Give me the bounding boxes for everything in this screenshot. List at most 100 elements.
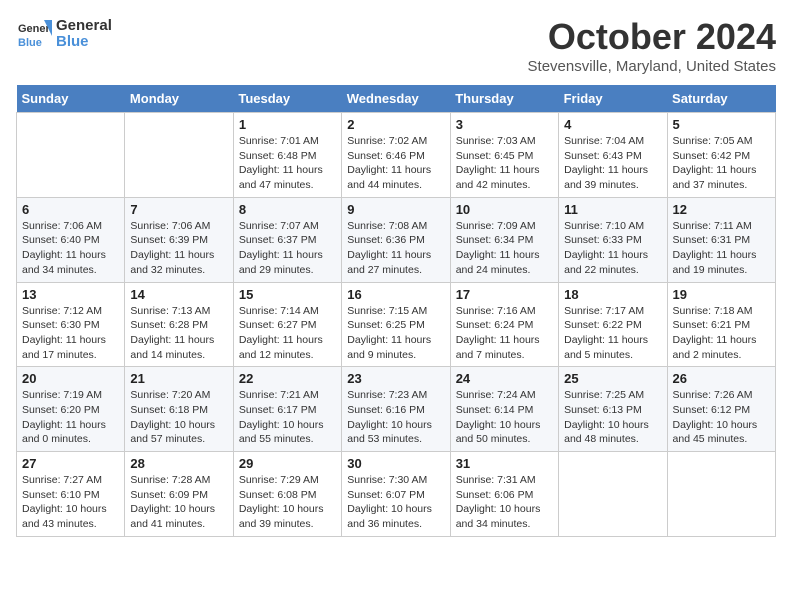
day-info: Sunrise: 7:04 AM Sunset: 6:43 PM Dayligh… [564, 134, 661, 193]
day-number: 11 [564, 202, 661, 217]
calendar-cell [17, 113, 125, 198]
day-info: Sunrise: 7:15 AM Sunset: 6:25 PM Dayligh… [347, 304, 444, 363]
day-info: Sunrise: 7:06 AM Sunset: 6:39 PM Dayligh… [130, 219, 227, 278]
calendar-cell: 14 Sunrise: 7:13 AM Sunset: 6:28 PM Dayli… [125, 282, 233, 367]
month-title: October 2024 [528, 16, 776, 58]
day-number: 20 [22, 371, 119, 386]
calendar-week-3: 13 Sunrise: 7:12 AM Sunset: 6:30 PM Dayli… [17, 282, 776, 367]
day-number: 14 [130, 287, 227, 302]
location: Stevensville, Maryland, United States [528, 58, 776, 75]
day-number: 8 [239, 202, 336, 217]
day-info: Sunrise: 7:30 AM Sunset: 6:07 PM Dayligh… [347, 473, 444, 532]
calendar-cell: 9 Sunrise: 7:08 AM Sunset: 6:36 PM Daylig… [342, 197, 450, 282]
day-number: 21 [130, 371, 227, 386]
day-number: 15 [239, 287, 336, 302]
day-info: Sunrise: 7:21 AM Sunset: 6:17 PM Dayligh… [239, 388, 336, 447]
weekday-header-saturday: Saturday [667, 85, 775, 113]
day-number: 16 [347, 287, 444, 302]
calendar-cell: 7 Sunrise: 7:06 AM Sunset: 6:39 PM Daylig… [125, 197, 233, 282]
day-info: Sunrise: 7:10 AM Sunset: 6:33 PM Dayligh… [564, 219, 661, 278]
day-number: 12 [673, 202, 770, 217]
day-number: 2 [347, 117, 444, 132]
calendar-cell: 26Sunrise: 7:26 AM Sunset: 6:12 PM Dayli… [667, 367, 775, 452]
day-number: 25 [564, 371, 661, 386]
calendar-cell: 20 Sunrise: 7:19 AM Sunset: 6:20 PM Dayli… [17, 367, 125, 452]
calendar-cell: 1 Sunrise: 7:01 AM Sunset: 6:48 PM Daylig… [233, 113, 341, 198]
calendar-cell: 11 Sunrise: 7:10 AM Sunset: 6:33 PM Dayli… [559, 197, 667, 282]
day-number: 31 [456, 456, 553, 471]
logo-line1: General [56, 18, 112, 35]
day-number: 19 [673, 287, 770, 302]
calendar-week-2: 6Sunrise: 7:06 AM Sunset: 6:40 PM Daylig… [17, 197, 776, 282]
logo-icon: General Blue [16, 16, 52, 52]
calendar-cell: 16 Sunrise: 7:15 AM Sunset: 6:25 PM Dayli… [342, 282, 450, 367]
calendar-cell: 17 Sunrise: 7:16 AM Sunset: 6:24 PM Dayli… [450, 282, 558, 367]
page-header: General Blue General Blue October 2024 S… [16, 16, 776, 75]
day-number: 9 [347, 202, 444, 217]
day-number: 28 [130, 456, 227, 471]
weekday-header-sunday: Sunday [17, 85, 125, 113]
day-info: Sunrise: 7:18 AM Sunset: 6:21 PM Dayligh… [673, 304, 770, 363]
day-info: Sunrise: 7:16 AM Sunset: 6:24 PM Dayligh… [456, 304, 553, 363]
day-info: Sunrise: 7:01 AM Sunset: 6:48 PM Dayligh… [239, 134, 336, 193]
day-number: 18 [564, 287, 661, 302]
day-info: Sunrise: 7:14 AM Sunset: 6:27 PM Dayligh… [239, 304, 336, 363]
day-info: Sunrise: 7:20 AM Sunset: 6:18 PM Dayligh… [130, 388, 227, 447]
calendar-cell: 3Sunrise: 7:03 AM Sunset: 6:45 PM Daylig… [450, 113, 558, 198]
calendar-cell: 24 Sunrise: 7:24 AM Sunset: 6:14 PM Dayli… [450, 367, 558, 452]
weekday-header-thursday: Thursday [450, 85, 558, 113]
weekday-header-monday: Monday [125, 85, 233, 113]
day-number: 26 [673, 371, 770, 386]
day-number: 3 [456, 117, 553, 132]
calendar-cell [559, 452, 667, 537]
calendar-cell: 31 Sunrise: 7:31 AM Sunset: 6:06 PM Dayli… [450, 452, 558, 537]
calendar-cell [667, 452, 775, 537]
calendar-cell [125, 113, 233, 198]
day-info: Sunrise: 7:29 AM Sunset: 6:08 PM Dayligh… [239, 473, 336, 532]
calendar-week-1: 1 Sunrise: 7:01 AM Sunset: 6:48 PM Daylig… [17, 113, 776, 198]
calendar-cell: 29Sunrise: 7:29 AM Sunset: 6:08 PM Dayli… [233, 452, 341, 537]
day-number: 1 [239, 117, 336, 132]
day-number: 30 [347, 456, 444, 471]
calendar-cell: 5Sunrise: 7:05 AM Sunset: 6:42 PM Daylig… [667, 113, 775, 198]
calendar-cell: 25 Sunrise: 7:25 AM Sunset: 6:13 PM Dayli… [559, 367, 667, 452]
calendar-cell: 22 Sunrise: 7:21 AM Sunset: 6:17 PM Dayli… [233, 367, 341, 452]
calendar-week-4: 20 Sunrise: 7:19 AM Sunset: 6:20 PM Dayli… [17, 367, 776, 452]
day-info: Sunrise: 7:27 AM Sunset: 6:10 PM Dayligh… [22, 473, 119, 532]
day-info: Sunrise: 7:25 AM Sunset: 6:13 PM Dayligh… [564, 388, 661, 447]
day-number: 22 [239, 371, 336, 386]
calendar-week-5: 27 Sunrise: 7:27 AM Sunset: 6:10 PM Dayli… [17, 452, 776, 537]
calendar-cell: 23Sunrise: 7:23 AM Sunset: 6:16 PM Dayli… [342, 367, 450, 452]
calendar-cell: 13 Sunrise: 7:12 AM Sunset: 6:30 PM Dayli… [17, 282, 125, 367]
calendar-cell: 30 Sunrise: 7:30 AM Sunset: 6:07 PM Dayli… [342, 452, 450, 537]
day-info: Sunrise: 7:02 AM Sunset: 6:46 PM Dayligh… [347, 134, 444, 193]
weekday-header-friday: Friday [559, 85, 667, 113]
day-number: 13 [22, 287, 119, 302]
day-info: Sunrise: 7:19 AM Sunset: 6:20 PM Dayligh… [22, 388, 119, 447]
calendar-cell: 27 Sunrise: 7:27 AM Sunset: 6:10 PM Dayli… [17, 452, 125, 537]
day-info: Sunrise: 7:12 AM Sunset: 6:30 PM Dayligh… [22, 304, 119, 363]
logo: General Blue General Blue [16, 16, 112, 52]
day-number: 17 [456, 287, 553, 302]
day-number: 27 [22, 456, 119, 471]
day-info: Sunrise: 7:08 AM Sunset: 6:36 PM Dayligh… [347, 219, 444, 278]
day-number: 6 [22, 202, 119, 217]
day-info: Sunrise: 7:05 AM Sunset: 6:42 PM Dayligh… [673, 134, 770, 193]
calendar-cell: 21 Sunrise: 7:20 AM Sunset: 6:18 PM Dayli… [125, 367, 233, 452]
day-number: 4 [564, 117, 661, 132]
logo-line2: Blue [56, 34, 112, 51]
calendar-cell: 8Sunrise: 7:07 AM Sunset: 6:37 PM Daylig… [233, 197, 341, 282]
calendar-cell: 28 Sunrise: 7:28 AM Sunset: 6:09 PM Dayli… [125, 452, 233, 537]
weekday-header-wednesday: Wednesday [342, 85, 450, 113]
day-number: 7 [130, 202, 227, 217]
day-number: 10 [456, 202, 553, 217]
day-info: Sunrise: 7:13 AM Sunset: 6:28 PM Dayligh… [130, 304, 227, 363]
day-info: Sunrise: 7:23 AM Sunset: 6:16 PM Dayligh… [347, 388, 444, 447]
day-info: Sunrise: 7:24 AM Sunset: 6:14 PM Dayligh… [456, 388, 553, 447]
calendar-cell: 10Sunrise: 7:09 AM Sunset: 6:34 PM Dayli… [450, 197, 558, 282]
calendar-cell: 19 Sunrise: 7:18 AM Sunset: 6:21 PM Dayli… [667, 282, 775, 367]
calendar-cell: 4 Sunrise: 7:04 AM Sunset: 6:43 PM Daylig… [559, 113, 667, 198]
day-number: 24 [456, 371, 553, 386]
day-info: Sunrise: 7:28 AM Sunset: 6:09 PM Dayligh… [130, 473, 227, 532]
day-info: Sunrise: 7:31 AM Sunset: 6:06 PM Dayligh… [456, 473, 553, 532]
